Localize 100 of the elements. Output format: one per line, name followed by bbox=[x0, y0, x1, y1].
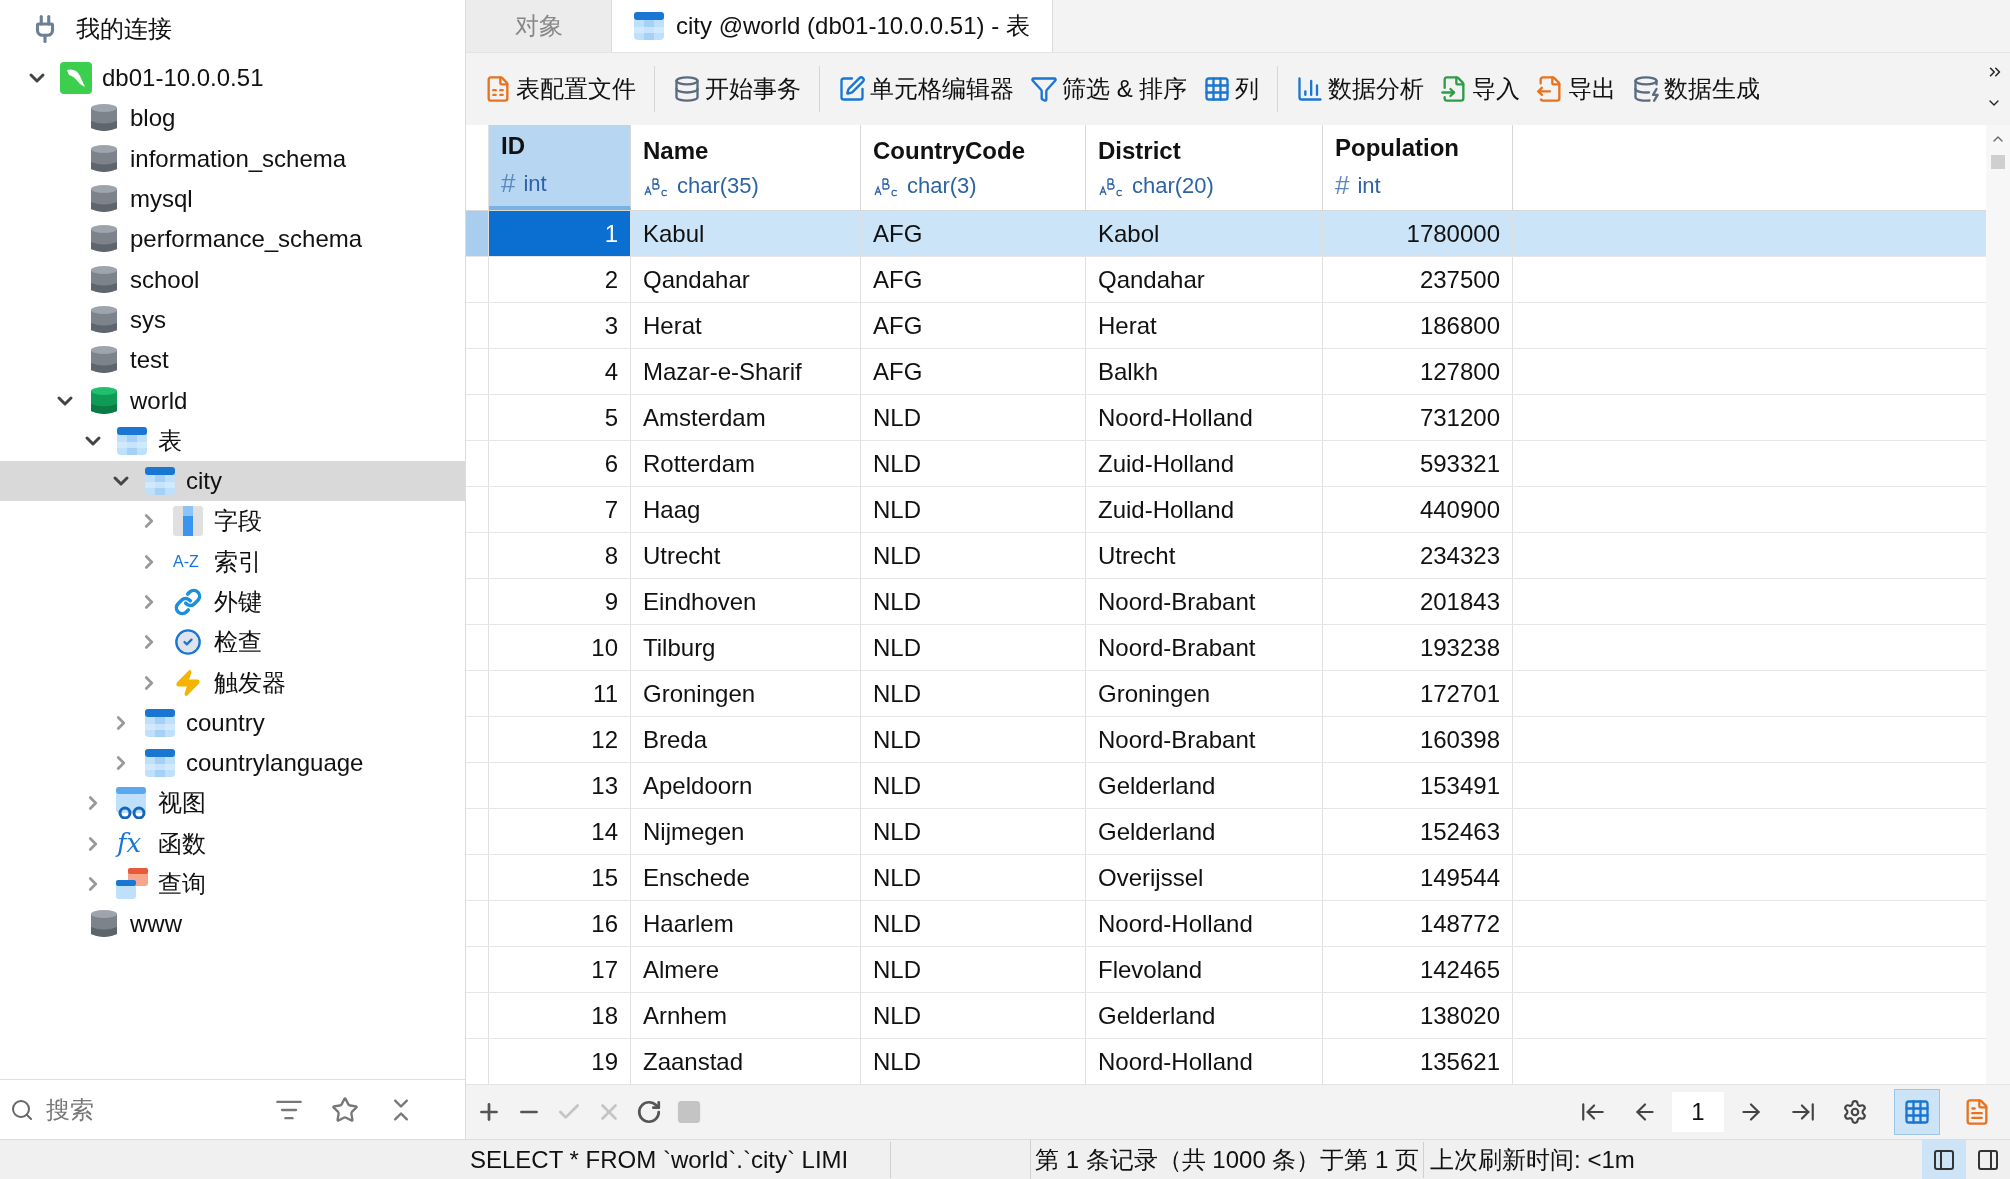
table-cell: Eindhoven bbox=[631, 579, 861, 624]
tree-item-label: db01-10.0.0.51 bbox=[102, 63, 264, 94]
tree-item[interactable]: www bbox=[0, 904, 465, 945]
table-row[interactable]: 11 Groningen NLD Groningen 172701 bbox=[466, 671, 1986, 717]
scroll-thumb[interactable] bbox=[1991, 155, 2005, 169]
table-row[interactable]: 7 Haag NLD Zuid-Holland 440900 bbox=[466, 487, 1986, 533]
tree-item-label: 外键 bbox=[214, 587, 262, 617]
table-row[interactable]: 18 Arnhem NLD Gelderland 138020 bbox=[466, 993, 1986, 1039]
column-header[interactable]: ID # int bbox=[489, 125, 631, 210]
tree-item[interactable]: school bbox=[0, 259, 465, 300]
tree-item[interactable]: 字段 bbox=[0, 501, 465, 542]
table-cell: Noord-Holland bbox=[1086, 395, 1323, 440]
table-row[interactable]: 13 Apeldoorn NLD Gelderland 153491 bbox=[466, 763, 1986, 809]
tree-item[interactable]: fx 函数 bbox=[0, 823, 465, 864]
tree-item[interactable]: country bbox=[0, 702, 465, 744]
table-cell: NLD bbox=[861, 579, 1086, 624]
table-cell: 6 bbox=[489, 441, 631, 486]
column-type: int bbox=[523, 170, 547, 198]
tree-item[interactable]: performance_schema bbox=[0, 219, 465, 260]
table-cell: Groningen bbox=[631, 671, 861, 716]
table-row[interactable]: 8 Utrecht NLD Utrecht 234323 bbox=[466, 533, 1986, 579]
toolbar-button[interactable]: 导入 bbox=[1440, 66, 1521, 112]
tree-item[interactable]: world bbox=[0, 380, 465, 421]
table-cell: NLD bbox=[861, 487, 1086, 532]
tree-item[interactable]: sys bbox=[0, 299, 465, 341]
table-icon bbox=[634, 12, 664, 40]
table-cell: Utrecht bbox=[631, 533, 861, 578]
table-cell: Qandahar bbox=[631, 257, 861, 302]
scrollbar[interactable] bbox=[1986, 125, 2010, 1084]
table-cell: 15 bbox=[489, 855, 631, 900]
table-row[interactable]: 14 Nijmegen NLD Gelderland 152463 bbox=[466, 809, 1986, 855]
table-row[interactable]: 16 Haarlem NLD Noord-Holland 148772 bbox=[466, 901, 1986, 947]
refresh-icon[interactable] bbox=[636, 1099, 662, 1125]
tree-item[interactable]: test bbox=[0, 340, 465, 381]
table-cell: 18 bbox=[489, 993, 631, 1038]
tree-item[interactable]: A-Z 索引 bbox=[0, 541, 465, 582]
table-cell: Enschede bbox=[631, 855, 861, 900]
table-row[interactable]: 5 Amsterdam NLD Noord-Holland 731200 bbox=[466, 395, 1986, 441]
tree-item-label: city bbox=[186, 466, 222, 497]
toolbar-button[interactable]: 开始事务 bbox=[673, 66, 801, 112]
table-cell: 1 bbox=[489, 211, 631, 256]
table-icon bbox=[145, 749, 175, 778]
left-pane-toggle[interactable] bbox=[1922, 1139, 1966, 1179]
tree-item[interactable]: 查询 bbox=[0, 863, 465, 905]
table-row[interactable]: 6 Rotterdam NLD Zuid-Holland 593321 bbox=[466, 441, 1986, 487]
table-cell: 16 bbox=[489, 901, 631, 946]
tree-item[interactable]: 表 bbox=[0, 420, 465, 461]
table-cell: 593321 bbox=[1323, 441, 1513, 486]
table-row[interactable]: 3 Herat AFG Herat 186800 bbox=[466, 303, 1986, 349]
table-row[interactable]: 9 Eindhoven NLD Noord-Brabant 201843 bbox=[466, 579, 1986, 625]
tab[interactable]: city @world (db01-10.0.0.51) - 表 bbox=[612, 0, 1053, 52]
star-icon[interactable] bbox=[331, 1095, 359, 1124]
dolphin-icon bbox=[60, 62, 92, 95]
table-cell: Balkh bbox=[1086, 349, 1323, 394]
sidebar-title: 我的连接 bbox=[76, 14, 172, 44]
tree-item[interactable]: countrylanguage bbox=[0, 743, 465, 784]
search-field[interactable]: 搜索 bbox=[46, 1091, 263, 1128]
table-row[interactable]: 12 Breda NLD Noord-Brabant 160398 bbox=[466, 717, 1986, 763]
toolbar-button[interactable]: 表配置文件 bbox=[484, 66, 636, 112]
table-row[interactable]: 2 Qandahar AFG Qandahar 237500 bbox=[466, 257, 1986, 303]
toolbar-button[interactable]: 数据生成 bbox=[1632, 66, 1761, 112]
link-icon bbox=[174, 588, 202, 616]
table-cell: Noord-Brabant bbox=[1086, 625, 1323, 670]
table-cell: 186800 bbox=[1323, 303, 1513, 348]
toolbar-button[interactable]: 单元格编辑器 bbox=[838, 66, 1014, 112]
table-cell: Tilburg bbox=[631, 625, 861, 670]
table-cell: Mazar-e-Sharif bbox=[631, 349, 861, 394]
tree-item[interactable]: information_schema bbox=[0, 138, 465, 179]
tree-item-label: 字段 bbox=[214, 506, 262, 537]
table-cell: Utrecht bbox=[1086, 533, 1323, 578]
table-cell: Kabul bbox=[631, 211, 861, 256]
tree-item[interactable]: 触发器 bbox=[0, 662, 465, 703]
tree-item[interactable]: 视图 bbox=[0, 783, 465, 824]
table-row[interactable]: 15 Enschede NLD Overijssel 149544 bbox=[466, 855, 1986, 901]
tree-item[interactable]: city bbox=[0, 460, 465, 502]
tree-item-label: 检查 bbox=[214, 627, 262, 658]
tree-item[interactable]: db01-10.0.0.51 bbox=[0, 58, 465, 99]
table-cell: Flevoland bbox=[1086, 947, 1323, 992]
table-cell: 149544 bbox=[1323, 855, 1513, 900]
tree-item[interactable]: mysql bbox=[0, 178, 465, 220]
table-cell: Gelderland bbox=[1086, 993, 1323, 1038]
toolbar-button[interactable]: 导出 bbox=[1536, 66, 1617, 112]
toolbar-button[interactable]: 筛选 & 排序 bbox=[1030, 66, 1188, 112]
tree-item[interactable]: 外键 bbox=[0, 581, 465, 623]
table-row[interactable]: 1 Kabul AFG Kabol 1780000 bbox=[466, 211, 1986, 257]
table-cell: NLD bbox=[861, 901, 1086, 946]
table-cell: 127800 bbox=[1323, 349, 1513, 394]
table-row[interactable]: 10 Tilburg NLD Noord-Brabant 193238 bbox=[466, 625, 1986, 671]
table-cell: 13 bbox=[489, 763, 631, 808]
toolbar-button[interactable]: 数据分析 bbox=[1296, 66, 1425, 112]
table-cell: Breda bbox=[631, 717, 861, 762]
table-row[interactable]: 4 Mazar-e-Sharif AFG Balkh 127800 bbox=[466, 349, 1986, 395]
toolbar-button[interactable]: 列 bbox=[1203, 66, 1260, 112]
tree-item[interactable]: 检查 bbox=[0, 622, 465, 663]
settings-icon[interactable] bbox=[1842, 1099, 1868, 1125]
table-cell: NLD bbox=[861, 625, 1086, 670]
table-cell: 9 bbox=[489, 579, 631, 624]
table-row[interactable]: 17 Almere NLD Flevoland 142465 bbox=[466, 947, 1986, 993]
tree-item[interactable]: blog bbox=[0, 98, 465, 139]
page-field[interactable]: 1 bbox=[1672, 1092, 1724, 1132]
